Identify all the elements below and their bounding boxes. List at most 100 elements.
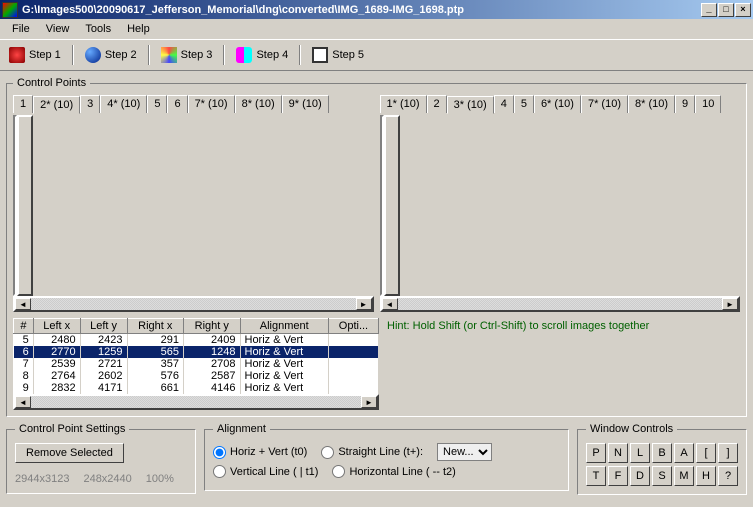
left-image-panel: 12* (10)34* (10)567* (10)8* (10)9* (10) … <box>13 95 374 312</box>
menu-help[interactable]: Help <box>119 20 158 38</box>
table-row[interactable]: 6277012595651248Horiz & Vert <box>14 346 379 358</box>
menu-tools[interactable]: Tools <box>77 20 119 38</box>
window-control-button[interactable]: N <box>608 443 628 463</box>
table-header[interactable]: Opti... <box>328 319 378 334</box>
toolbar-separator <box>72 45 74 65</box>
step1-label: Step 1 <box>29 49 61 61</box>
zoom-value: 100% <box>146 473 174 485</box>
straight-line-select[interactable]: New... <box>437 443 492 461</box>
image-tab[interactable]: 4* (10) <box>100 95 147 113</box>
image-tab[interactable]: 1 <box>13 95 33 113</box>
radio-vertical-line[interactable]: Vertical Line ( | t1) <box>213 465 318 478</box>
table-row[interactable]: 7253927213572708Horiz & Vert <box>14 358 379 370</box>
table-row[interactable]: 9283241716614146Horiz & Vert <box>14 382 379 394</box>
image-tab[interactable]: 5 <box>514 95 534 113</box>
right-hscrollbar[interactable]: ◄► <box>380 296 741 312</box>
left-image-view[interactable]: 6 (3.01) <box>13 115 17 296</box>
image-tab[interactable]: 7* (10) <box>581 95 628 113</box>
table-header[interactable]: # <box>14 319 34 334</box>
step3-button[interactable]: Step 3 <box>155 43 219 67</box>
image-tab[interactable]: 9* (10) <box>282 95 329 113</box>
image-tab[interactable]: 9 <box>675 95 695 113</box>
left-hscrollbar[interactable]: ◄► <box>13 296 374 312</box>
window-control-button[interactable]: T <box>586 466 606 486</box>
table-header[interactable]: Right x <box>127 319 183 334</box>
image-tab[interactable]: 3 <box>80 95 100 113</box>
image-tab[interactable]: 6* (10) <box>534 95 581 113</box>
control-point-marker[interactable] <box>15 195 17 217</box>
window-control-button[interactable]: H <box>696 466 716 486</box>
control-points-legend: Control Points <box>13 77 90 89</box>
table-header[interactable]: Alignment <box>240 319 328 334</box>
toolbar-separator <box>299 45 301 65</box>
window-title: G:\Images500\20090617_Jefferson_Memorial… <box>22 4 464 16</box>
step5-button[interactable]: Step 5 <box>306 43 370 67</box>
step1-button[interactable]: Step 1 <box>3 43 67 67</box>
window-control-button[interactable]: L <box>630 443 650 463</box>
table-header[interactable]: Left y <box>80 319 127 334</box>
right-dimensions: 248x2440 <box>83 473 131 485</box>
image-tab[interactable]: 3* (10) <box>447 96 494 114</box>
table-header[interactable]: Left x <box>33 319 80 334</box>
image-tab[interactable]: 8* (10) <box>628 95 675 113</box>
control-point-label: 6 (3.01) <box>15 216 17 246</box>
image-tab[interactable]: 2* (10) <box>33 96 80 114</box>
window-control-button[interactable]: D <box>630 466 650 486</box>
step5-label: Step 5 <box>332 49 364 61</box>
table-hscrollbar[interactable]: ◄► <box>13 394 379 410</box>
menu-view[interactable]: View <box>38 20 78 38</box>
toolbar-separator <box>223 45 225 65</box>
image-tab[interactable]: 10 <box>695 95 721 113</box>
control-points-group: Control Points 12* (10)34* (10)567* (10)… <box>6 77 747 417</box>
image-tab[interactable]: 7* (10) <box>188 95 235 113</box>
image-tab[interactable]: 5 <box>147 95 167 113</box>
menu-file[interactable]: File <box>4 20 38 38</box>
image-tab[interactable]: 6 <box>167 95 187 113</box>
minimize-button[interactable]: _ <box>701 3 717 17</box>
alignment-legend: Alignment <box>213 423 270 435</box>
window-control-button[interactable]: S <box>652 466 672 486</box>
maximize-button[interactable]: □ <box>718 3 734 17</box>
toolbar: Step 1 Step 2 Step 3 Step 4 Step 5 <box>0 39 753 71</box>
image-tab[interactable]: 8* (10) <box>235 95 282 113</box>
table-row[interactable]: 8276426025762587Horiz & Vert <box>14 370 379 382</box>
window-control-button[interactable]: F <box>608 466 628 486</box>
cp-settings-group: Control Point Settings Remove Selected 2… <box>6 423 196 494</box>
app-icon <box>2 2 18 18</box>
image-tab[interactable]: 2 <box>427 95 447 113</box>
left-vscrollbar[interactable] <box>17 115 33 296</box>
window-control-button[interactable]: A <box>674 443 694 463</box>
window-control-button[interactable]: P <box>586 443 606 463</box>
table-row[interactable]: 5248024232912409Horiz & Vert <box>14 334 379 347</box>
radio-horizontal-line[interactable]: Horizontal Line ( -- t2) <box>332 465 455 478</box>
table-header[interactable]: Right y <box>184 319 240 334</box>
toolbar-separator <box>148 45 150 65</box>
close-button[interactable]: × <box>735 3 751 17</box>
window-control-button[interactable]: ? <box>718 466 738 486</box>
right-image-view[interactable]: 6 (3.01) <box>380 115 384 296</box>
step1-icon <box>9 47 25 63</box>
titlebar: G:\Images500\20090617_Jefferson_Memorial… <box>0 0 753 19</box>
left-tabs: 12* (10)34* (10)567* (10)8* (10)9* (10) <box>13 95 374 113</box>
alignment-group: Alignment Horiz + Vert (t0) Straight Lin… <box>204 423 569 491</box>
hint-text: Hint: Hold Shift (or Ctrl-Shift) to scro… <box>387 320 740 332</box>
control-point-marker[interactable] <box>382 195 384 217</box>
window-control-button[interactable]: [ <box>696 443 716 463</box>
step4-icon <box>236 47 252 63</box>
step5-icon <box>312 47 328 63</box>
right-vscrollbar[interactable] <box>384 115 400 296</box>
radio-straight-line[interactable]: Straight Line (t+): <box>321 446 423 459</box>
control-points-table-wrap: #Left xLeft yRight xRight yAlignmentOpti… <box>13 318 379 410</box>
step4-button[interactable]: Step 4 <box>230 43 294 67</box>
window-control-button[interactable]: M <box>674 466 694 486</box>
window-control-button[interactable]: ] <box>718 443 738 463</box>
step2-button[interactable]: Step 2 <box>79 43 143 67</box>
cp-settings-legend: Control Point Settings <box>15 423 129 435</box>
right-tabs: 1* (10)23* (10)456* (10)7* (10)8* (10)91… <box>380 95 741 113</box>
control-point-label: 6 (3.01) <box>382 216 384 246</box>
image-tab[interactable]: 4 <box>494 95 514 113</box>
radio-horiz-vert[interactable]: Horiz + Vert (t0) <box>213 446 307 459</box>
image-tab[interactable]: 1* (10) <box>380 95 427 113</box>
window-control-button[interactable]: B <box>652 443 672 463</box>
remove-selected-button[interactable]: Remove Selected <box>15 443 124 463</box>
